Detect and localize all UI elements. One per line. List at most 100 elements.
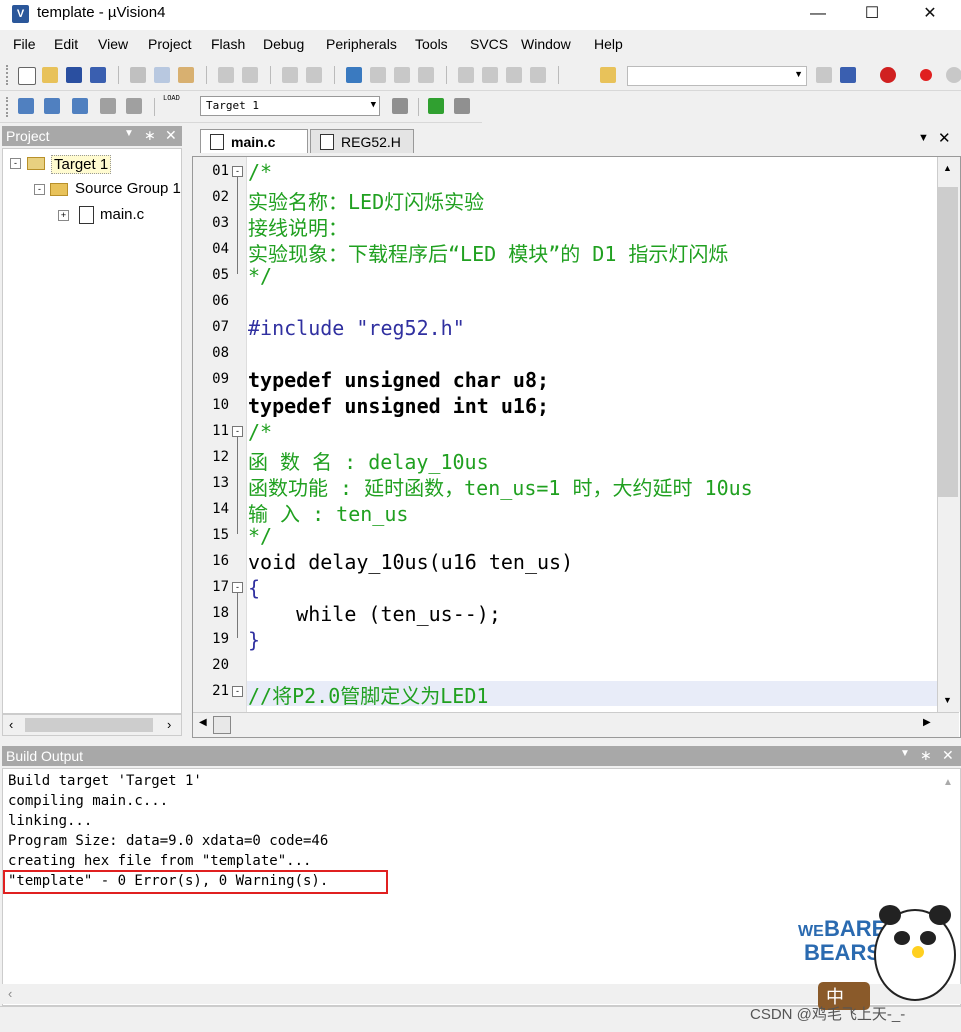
scroll-thumb[interactable]: [213, 716, 231, 734]
code-line[interactable]: 函 数 名 : delay_10us: [248, 446, 489, 475]
translate-icon[interactable]: [18, 98, 34, 114]
scroll-right-icon[interactable]: ›: [167, 717, 171, 732]
fold-collapse-icon[interactable]: -: [232, 166, 243, 177]
incremental-find-icon[interactable]: [840, 67, 856, 83]
code-line[interactable]: typedef unsigned int u16;: [248, 394, 549, 418]
code-line[interactable]: /*: [248, 160, 272, 184]
scroll-left-icon[interactable]: ‹: [9, 717, 13, 732]
code-line[interactable]: //将P2.0管脚定义为LED1: [248, 680, 488, 709]
menu-svcs[interactable]: SVCS: [470, 36, 508, 52]
project-horizontal-scrollbar[interactable]: ‹ ›: [2, 714, 182, 736]
scroll-thumb[interactable]: [25, 718, 153, 732]
fold-collapse-icon[interactable]: -: [232, 582, 243, 593]
scroll-down-icon[interactable]: ▼: [943, 695, 952, 705]
code-line[interactable]: 实验现象：下载程序后“LED 模块”的 D1 指示灯闪烁: [248, 238, 728, 267]
code-line[interactable]: #include "reg52.h": [248, 316, 465, 340]
code-line[interactable]: 输 入 : ten_us: [248, 498, 408, 527]
code-line[interactable]: 实验名称：LED灯闪烁实验: [248, 186, 484, 215]
editor-horizontal-scrollbar[interactable]: ◀ ▶: [193, 712, 959, 737]
unindent-icon[interactable]: [482, 67, 498, 83]
menu-help[interactable]: Help: [594, 36, 623, 52]
save-all-icon[interactable]: [90, 67, 106, 83]
code-line[interactable]: /*: [248, 420, 272, 444]
menu-tools[interactable]: Tools: [415, 36, 448, 52]
chevron-down-icon[interactable]: ▼: [371, 100, 376, 110]
menu-view[interactable]: View: [98, 36, 128, 52]
rebuild-icon[interactable]: [72, 98, 88, 114]
close-tab-icon[interactable]: ✕: [938, 129, 951, 147]
scroll-left-icon[interactable]: ‹: [8, 986, 12, 1001]
scroll-left-icon[interactable]: ◀: [199, 717, 207, 728]
target-options-icon[interactable]: [392, 98, 408, 114]
code-line[interactable]: {: [248, 576, 260, 600]
uncomment-icon[interactable]: [530, 67, 546, 83]
code-editor[interactable]: 01 02 03 04 05 06 07 08 09 10 11 12 13 1…: [192, 156, 961, 738]
build-icon[interactable]: [44, 98, 60, 114]
code-line[interactable]: 接线说明：: [248, 212, 348, 241]
toolbar-grip[interactable]: [6, 65, 11, 85]
next-bookmark-icon[interactable]: [394, 67, 410, 83]
find-combo[interactable]: ▼: [627, 66, 807, 86]
code-line[interactable]: while (ten_us--);: [248, 602, 501, 626]
indent-icon[interactable]: [458, 67, 474, 83]
paste-icon[interactable]: [178, 67, 194, 83]
maximize-button[interactable]: ☐: [849, 0, 895, 30]
debug-session-icon[interactable]: [880, 67, 896, 83]
fold-collapse-icon[interactable]: -: [232, 426, 243, 437]
scroll-thumb[interactable]: [938, 187, 958, 497]
breakpoint-icon[interactable]: [920, 69, 932, 81]
pin-icon[interactable]: ∗: [920, 747, 932, 764]
insert-bookmark-icon[interactable]: [346, 67, 362, 83]
find-icon[interactable]: [816, 67, 832, 83]
redo-icon[interactable]: [242, 67, 258, 83]
undo-icon[interactable]: [218, 67, 234, 83]
code-line[interactable]: }: [248, 628, 260, 652]
stop-build-icon[interactable]: [126, 98, 142, 114]
previous-bookmark-icon[interactable]: [370, 67, 386, 83]
multi-project-icon[interactable]: [454, 98, 470, 114]
tab-reg52-h[interactable]: REG52.H: [310, 129, 414, 153]
navigate-back-icon[interactable]: [282, 67, 298, 83]
copy-icon[interactable]: [154, 67, 170, 83]
collapse-icon[interactable]: -: [34, 184, 45, 195]
cut-icon[interactable]: [130, 67, 146, 83]
code-line[interactable]: 函数功能 : 延时函数，ten_us=1 时，大约延时 10us: [248, 472, 753, 501]
menu-flash[interactable]: Flash: [211, 36, 245, 52]
expand-icon[interactable]: +: [58, 210, 69, 221]
manage-components-icon[interactable]: [428, 98, 444, 114]
menu-file[interactable]: File: [13, 36, 36, 52]
minimize-button[interactable]: —: [795, 0, 841, 30]
disable-breakpoint-icon[interactable]: [946, 67, 961, 83]
code-line[interactable]: typedef unsigned char u8;: [248, 368, 549, 392]
target-select[interactable]: Target 1 ▼: [200, 96, 380, 116]
close-pane-icon[interactable]: ✕: [942, 747, 954, 764]
close-pane-icon[interactable]: ✕: [165, 127, 177, 144]
chevron-down-icon[interactable]: ▼: [900, 748, 910, 759]
comment-icon[interactable]: [506, 67, 522, 83]
open-file-icon[interactable]: [42, 67, 58, 83]
menu-peripherals[interactable]: Peripherals: [326, 36, 397, 52]
find-in-files-icon[interactable]: [600, 67, 616, 83]
batch-build-icon[interactable]: [100, 98, 116, 114]
code-line[interactable]: void delay_10us(u16 ten_us): [248, 550, 573, 574]
code-line[interactable]: */: [248, 524, 272, 548]
menu-edit[interactable]: Edit: [54, 36, 78, 52]
scroll-up-icon[interactable]: ▲: [943, 777, 953, 788]
tree-item-target[interactable]: Target 1: [51, 155, 112, 174]
navigate-forward-icon[interactable]: [306, 67, 322, 83]
scroll-up-icon[interactable]: ▲: [943, 163, 952, 173]
menu-window[interactable]: Window: [521, 36, 571, 52]
fold-collapse-icon[interactable]: -: [232, 686, 243, 697]
chevron-down-icon[interactable]: ▼: [918, 132, 929, 144]
menu-debug[interactable]: Debug: [263, 36, 304, 52]
download-load-label[interactable]: LOAD: [163, 95, 180, 103]
new-file-icon[interactable]: [18, 67, 36, 85]
tab-main-c[interactable]: main.c: [200, 129, 308, 153]
toolbar-grip[interactable]: [6, 97, 11, 117]
chevron-down-icon[interactable]: ▼: [124, 128, 134, 139]
pin-icon[interactable]: ∗: [144, 127, 156, 144]
save-icon[interactable]: [66, 67, 82, 83]
close-window-button[interactable]: ✕: [907, 0, 953, 30]
scroll-right-icon[interactable]: ▶: [923, 717, 931, 728]
collapse-icon[interactable]: -: [10, 158, 21, 169]
